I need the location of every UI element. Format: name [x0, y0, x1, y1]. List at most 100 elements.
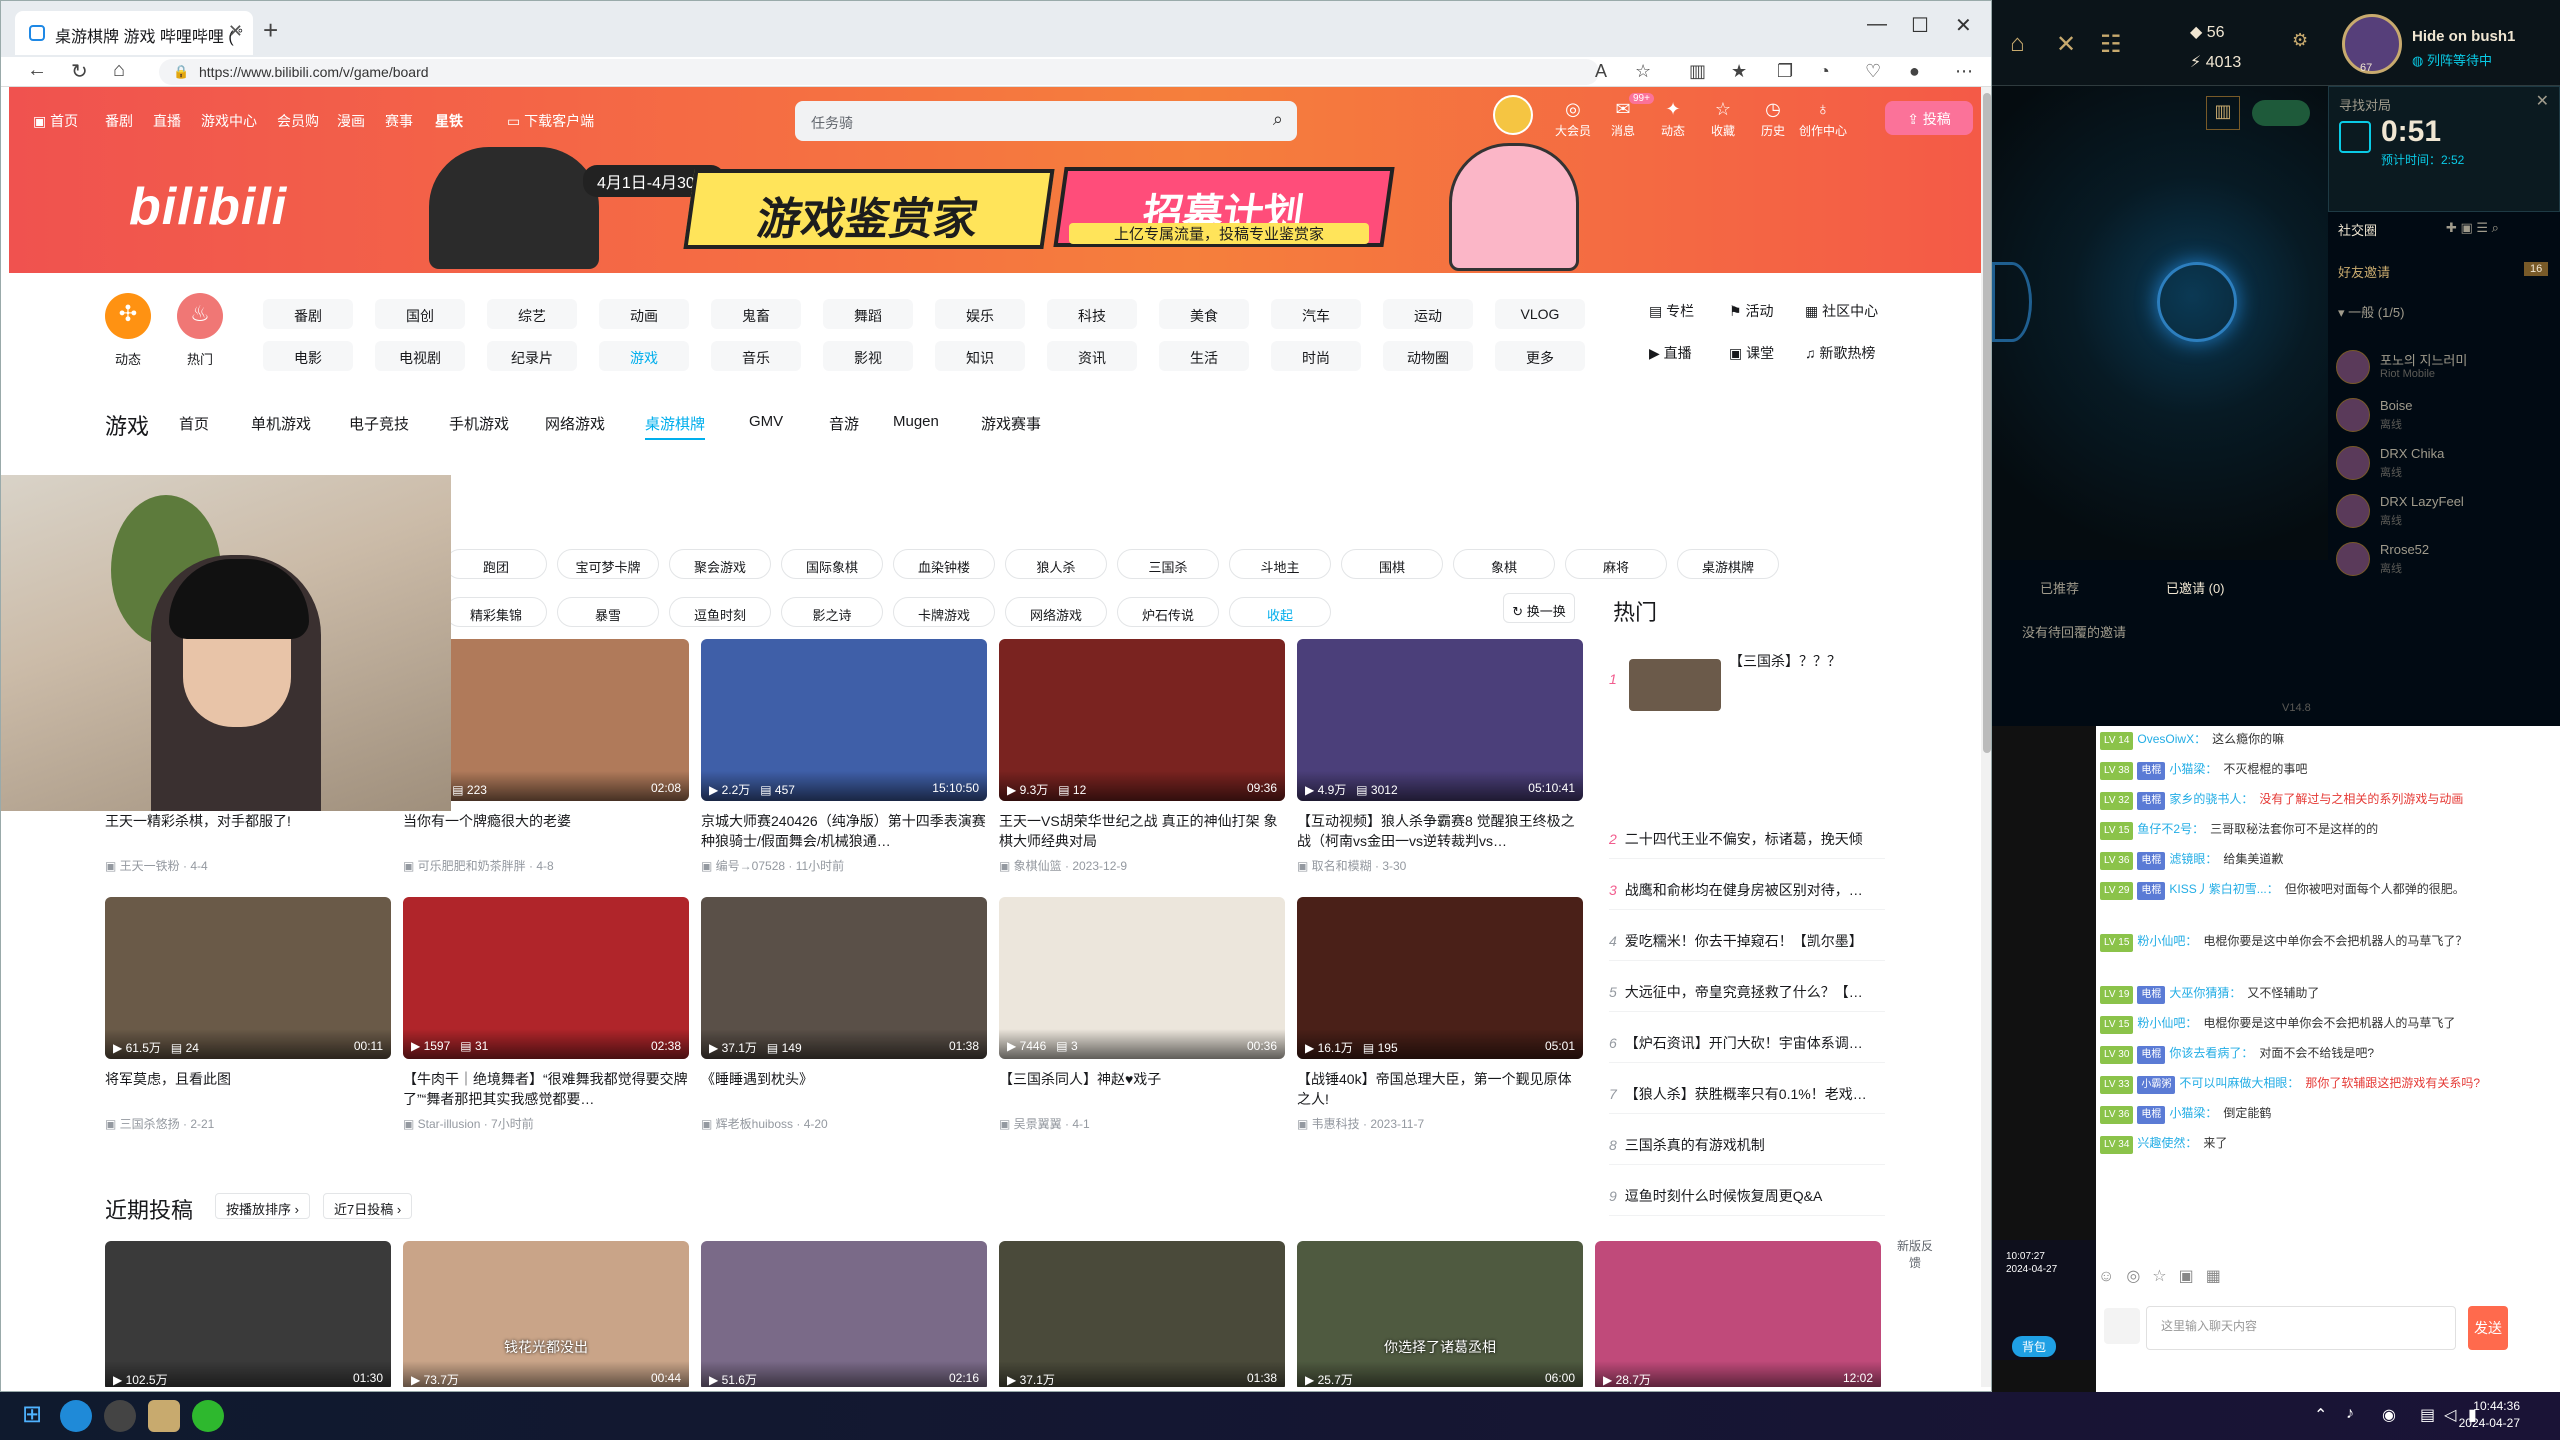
tab-7[interactable]: 音游	[829, 413, 859, 434]
bag-button[interactable]: 背包	[2012, 1336, 2057, 1357]
video-thumbnail[interactable]: ▶ 9.3万 ▤ 12 09:36	[999, 639, 1285, 801]
tab-2[interactable]: 电子竞技	[349, 413, 409, 434]
video-title[interactable]: 将军莫虑，且看此图	[105, 1069, 391, 1109]
tag-11[interactable]: 桌游棋牌	[1677, 549, 1779, 579]
chat-row[interactable]: LV 38 电棍 小猫梁： 不灭棍棍的事吧	[2100, 760, 2550, 780]
category-0-3[interactable]: 动画	[599, 299, 689, 329]
chat-username[interactable]: 你该去看病了：	[2169, 1046, 2253, 1060]
favorites-icon[interactable]: ★	[1731, 61, 1747, 82]
windows-start-icon[interactable]: ⊞	[16, 1400, 48, 1432]
gear-icon[interactable]: ⚙	[2292, 30, 2308, 51]
tag-6[interactable]: 三国杀	[1117, 549, 1219, 579]
video-title[interactable]: 【战锤40k】帝国总理大臣，第一个觐见原体之人!	[1297, 1069, 1583, 1109]
video-meta[interactable]: ▣ 象棋仙篮 · 2023-12-9	[999, 857, 1285, 874]
friend-invite-label[interactable]: 好友邀请	[2338, 262, 2390, 281]
video-card[interactable]: ▶ 16.1万 ▤ 195 05:01 【战锤40k】帝国总理大臣，第一个觐见原体之人…	[1297, 897, 1583, 1132]
chat-row[interactable]: LV 15 粉小仙吧： 电棍你要是这中单你会不会把机器人的马草飞了	[2100, 1014, 2550, 1034]
category-1-0[interactable]: 电影	[263, 341, 353, 371]
video-thumbnail[interactable]: ▶ 7446 ▤ 3 00:36	[999, 897, 1285, 1059]
category-1-6[interactable]: 知识	[935, 341, 1025, 371]
minimize-button[interactable]: —	[1867, 13, 1887, 36]
recent-thumbnail[interactable]: ▶ 73.7万 00:44 钱花光都没出	[403, 1241, 689, 1387]
video-title[interactable]: 当你有一个牌瘾很大的老婆	[403, 811, 689, 851]
category-0-8[interactable]: 美食	[1159, 299, 1249, 329]
category-0-7[interactable]: 科技	[1047, 299, 1137, 329]
chat-username[interactable]: 兴趣使然：	[2137, 1136, 2197, 1150]
network-icon[interactable]: ▤	[2420, 1405, 2435, 1425]
favorites-button[interactable]: ☆ 收藏	[1699, 99, 1747, 139]
category-1-9[interactable]: 时尚	[1271, 341, 1361, 371]
messages-button[interactable]: ✉ 消息	[1599, 99, 1647, 139]
chat-username[interactable]: 家乡的骁书人：	[2169, 792, 2253, 806]
tag2-0[interactable]: 精彩集锦	[445, 597, 547, 627]
chat-row[interactable]: LV 29 电棍 KISS丿紫白初雪...： 但你被吧对面每个人都弹的很肥。	[2100, 880, 2550, 900]
video-title[interactable]: 《睡睡遇到枕头》	[701, 1069, 987, 1109]
social-actions-icons[interactable]: ✚ ▣ ☰ ⌕	[2446, 220, 2499, 236]
volume-icon[interactable]: ◁	[2444, 1405, 2456, 1425]
category-1-8[interactable]: 生活	[1159, 341, 1249, 371]
tag-0[interactable]: 跑团	[445, 549, 547, 579]
category-1-11[interactable]: 更多	[1495, 341, 1585, 371]
bilibili-logo[interactable]: bilibili	[129, 177, 287, 237]
recent-thumbnail[interactable]: ▶ 51.6万 02:16	[701, 1241, 987, 1387]
user-avatar[interactable]	[1493, 95, 1533, 135]
tag-2[interactable]: 聚会游戏	[669, 549, 771, 579]
close-window-button[interactable]: ✕	[1955, 13, 1972, 38]
video-thumbnail[interactable]: ▶ 2.2万 ▤ 457 15:10:50	[701, 639, 987, 801]
chat-row[interactable]: LV 19 电棍 大巫你猜猜： 又不怪辅助了	[2100, 984, 2550, 1004]
friend-item[interactable]: DRX LazyFeel 离线	[2336, 490, 2556, 536]
tag2-6[interactable]: 炉石传说	[1117, 597, 1219, 627]
banner-title[interactable]: 游戏鉴赏家	[683, 169, 1055, 249]
tag-1[interactable]: 宝可梦卡牌	[557, 549, 659, 579]
video-meta[interactable]: ▣ 韦惠科技 · 2023-11-7	[1297, 1115, 1583, 1132]
category-0-0[interactable]: 番剧	[263, 299, 353, 329]
video-meta[interactable]: ▣ 可乐肥肥和奶茶胖胖 · 4-8	[403, 857, 689, 874]
video-card[interactable]: ▶ 1597 ▤ 31 02:38 【牛肉干｜绝境舞者】“很难舞我都觉得要交牌了”“舞…	[403, 897, 689, 1132]
chat-username[interactable]: 鱼仔不2号：	[2137, 822, 2204, 836]
chat-username[interactable]: 粉小仙吧：	[2137, 934, 2197, 948]
recent-card[interactable]: ▶ 37.1万 01:38	[999, 1241, 1285, 1387]
chat-row[interactable]: LV 15 粉小仙吧： 电棍你要是这中单你会不会把机器人的马草飞了？	[2100, 932, 2550, 952]
tab-5[interactable]: 桌游棋牌	[645, 413, 706, 440]
friend-item[interactable]: 포노의 지느러미 Riot Mobile	[2336, 346, 2556, 392]
nav-manga[interactable]: 漫画	[337, 111, 365, 131]
video-title[interactable]: 【牛肉干｜绝境舞者】“很难舞我都觉得要交牌了”“舞者那把其实我感觉都要…	[403, 1069, 689, 1109]
chat-row[interactable]: LV 15 鱼仔不2号： 三哥取秘法套你可不是这样的的	[2100, 820, 2550, 840]
recent-thumbnail[interactable]: ▶ 37.1万 01:38	[999, 1241, 1285, 1387]
video-meta[interactable]: ▣ 辉老板huiboss · 4-20	[701, 1115, 987, 1132]
more-menu-icon[interactable]: ⋯	[1955, 61, 1973, 82]
recent-card[interactable]: ▶ 28.7万 12:02	[1595, 1241, 1881, 1387]
chat-input[interactable]: 这里输入聊天内容	[2146, 1306, 2456, 1350]
tab-1[interactable]: 单机游戏	[251, 413, 311, 434]
recent-card[interactable]: ▶ 73.7万 00:44 钱花光都没出	[403, 1241, 689, 1387]
category-0-1[interactable]: 国创	[375, 299, 465, 329]
category-1-7[interactable]: 资讯	[1047, 341, 1137, 371]
video-title[interactable]: 京城大师赛240426（纯净版）第十四季表演赛 种狼骑士/假面舞会/机械狼通…	[701, 811, 987, 851]
hot-item[interactable]: 1 【三国杀】？？？	[1609, 645, 1841, 715]
video-card[interactable]: ▶ 7446 ▤ 3 00:36 【三国杀同人】神赵♥戏子 ▣ 吴景翼翼 · 4-1	[999, 897, 1285, 1132]
recent-card[interactable]: ▶ 51.6万 02:16	[701, 1241, 987, 1387]
maximize-button[interactable]: ☐	[1911, 13, 1929, 38]
chat-row[interactable]: LV 30 电棍 你该去看病了： 对面不会不给钱是吧?	[2100, 1044, 2550, 1064]
tray-chevron-icon[interactable]: ⌃	[2314, 1405, 2327, 1425]
chat-row[interactable]: LV 32 电棍 家乡的骁书人： 没有了解过与之相关的系列游戏与动画	[2100, 790, 2550, 810]
collection-icon[interactable]: ☷	[2100, 30, 2122, 59]
video-card[interactable]: ▶ 37.1万 ▤ 149 01:38 《睡睡遇到枕头》 ▣ 辉老板huiboss · …	[701, 897, 987, 1132]
nav-bangumi[interactable]: 番剧	[105, 111, 133, 131]
back-icon[interactable]: ←	[27, 59, 47, 82]
video-thumbnail[interactable]: ▶ 4.9万 ▤ 3012 05:10:41	[1297, 639, 1583, 801]
category-0-6[interactable]: 娱乐	[935, 299, 1025, 329]
category-0-10[interactable]: 运动	[1383, 299, 1473, 329]
chat-username[interactable]: 小猫梁：	[2169, 762, 2217, 776]
new-version-feedback[interactable]: 新版反馈	[1895, 1237, 1935, 1271]
chat-username[interactable]: 小猫梁：	[2169, 1106, 2217, 1120]
close-queue-icon[interactable]: ✕	[2536, 91, 2549, 111]
chat-username[interactable]: 大巫你猜猜：	[2169, 986, 2241, 1000]
edge-icon[interactable]	[60, 1400, 92, 1432]
upload-button[interactable]: ⇪ 投稿	[1885, 101, 1973, 135]
scrollbar-thumb[interactable]	[1983, 93, 1991, 753]
tag2-5[interactable]: 网络游戏	[1005, 597, 1107, 627]
video-meta[interactable]: ▣ 吴景翼翼 · 4-1	[999, 1115, 1285, 1132]
stats-icon[interactable]: ▥	[2206, 96, 2240, 130]
sort-by-plays-button[interactable]: 按播放排序 ›	[215, 1193, 310, 1219]
